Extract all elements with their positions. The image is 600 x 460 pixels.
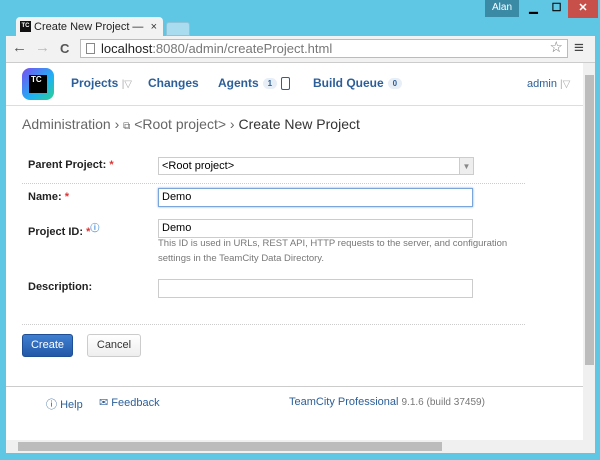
reload-icon[interactable]: C — [60, 41, 69, 56]
project-id-label: Project ID: *ⓘ — [28, 223, 100, 238]
nav-changes[interactable]: Changes — [148, 76, 199, 90]
breadcrumb: Administration › ⧉ <Root project> › Crea… — [22, 116, 360, 132]
url-host: localhost — [101, 41, 153, 56]
description-input[interactable] — [158, 279, 473, 298]
menu-icon[interactable]: ≡ — [574, 38, 584, 58]
close-window-button[interactable]: ✕ — [568, 0, 598, 18]
agents-count-badge: 1 — [262, 78, 278, 89]
url-path: :8080/admin/createProject.html — [152, 41, 333, 56]
help-icon[interactable]: ⓘ — [90, 223, 99, 233]
close-tab-icon[interactable]: × — [151, 17, 157, 37]
maximize-button[interactable]: ☐ — [545, 0, 568, 18]
bookmark-star-icon[interactable]: ☆ — [550, 39, 563, 56]
nav-label: Build Queue — [313, 76, 384, 90]
vertical-scroll-thumb[interactable] — [585, 75, 594, 365]
header-divider — [6, 105, 583, 106]
new-tab-button[interactable] — [166, 22, 190, 36]
form-divider — [22, 324, 525, 325]
nav-label: Agents — [218, 76, 259, 90]
chevron-down-icon[interactable]: |▽ — [122, 79, 132, 90]
envelope-icon: ✉ — [99, 397, 109, 409]
browser-tab[interactable]: TC Create New Project — Tea × — [16, 17, 163, 53]
forward-icon[interactable]: → — [35, 39, 50, 56]
breadcrumb-root-project[interactable]: <Root project> — [134, 116, 226, 132]
version-text: 9.1.6 (build 37459) — [401, 397, 485, 408]
product-link[interactable]: TeamCity Professional — [289, 396, 398, 408]
project-id-help-text: This ID is used in URLs, REST API, HTTP … — [158, 238, 508, 264]
breadcrumb-administration[interactable]: Administration — [22, 116, 111, 132]
teamcity-favicon-icon: TC — [20, 21, 31, 32]
help-circle-icon: ⓘ — [46, 399, 57, 411]
back-icon[interactable]: ← — [12, 39, 27, 56]
feedback-link[interactable]: ✉ Feedback — [99, 396, 160, 409]
project-icon: ⧉ — [123, 121, 131, 132]
name-label: Name: * — [28, 191, 69, 203]
queue-count-badge: 0 — [387, 78, 403, 89]
username: admin — [527, 78, 557, 90]
nav-build-queue[interactable]: Build Queue 0 — [313, 76, 403, 90]
nav-projects[interactable]: Projects |▽ — [71, 76, 132, 90]
create-button[interactable]: Create — [22, 334, 73, 357]
logo-text: TC — [29, 75, 47, 93]
minimize-button[interactable]: ▁ — [522, 0, 545, 18]
nav-agents[interactable]: Agents 1 — [218, 76, 291, 90]
description-label: Description: — [28, 281, 93, 293]
name-input[interactable]: Demo — [158, 188, 473, 207]
cancel-button[interactable]: Cancel — [87, 334, 141, 357]
parent-project-select[interactable]: <Root project> ▼ — [158, 157, 474, 175]
agent-icon — [281, 77, 291, 90]
chevron-down-icon[interactable]: ▼ — [459, 158, 473, 174]
parent-project-label: Parent Project: * — [28, 159, 114, 171]
teamcity-logo[interactable]: TC — [22, 68, 54, 100]
product-info: TeamCity Professional 9.1.6 (build 37459… — [289, 396, 485, 408]
help-link[interactable]: ⓘ Help — [46, 396, 83, 412]
chevron-right-icon: › — [114, 116, 124, 132]
footer-divider — [6, 386, 583, 387]
form-divider — [22, 183, 525, 184]
user-menu[interactable]: admin |▽ — [527, 78, 570, 90]
parent-project-value: <Root project> — [162, 160, 235, 172]
address-bar[interactable]: localhost:8080/admin/createProject.html … — [80, 39, 568, 58]
chevron-down-icon[interactable]: |▽ — [560, 79, 570, 90]
breadcrumb-current: Create New Project — [238, 116, 360, 132]
horizontal-scroll-thumb[interactable] — [18, 442, 442, 451]
user-badge: Alan — [485, 0, 519, 17]
nav-label: Projects — [71, 76, 119, 90]
page-icon — [86, 43, 95, 54]
